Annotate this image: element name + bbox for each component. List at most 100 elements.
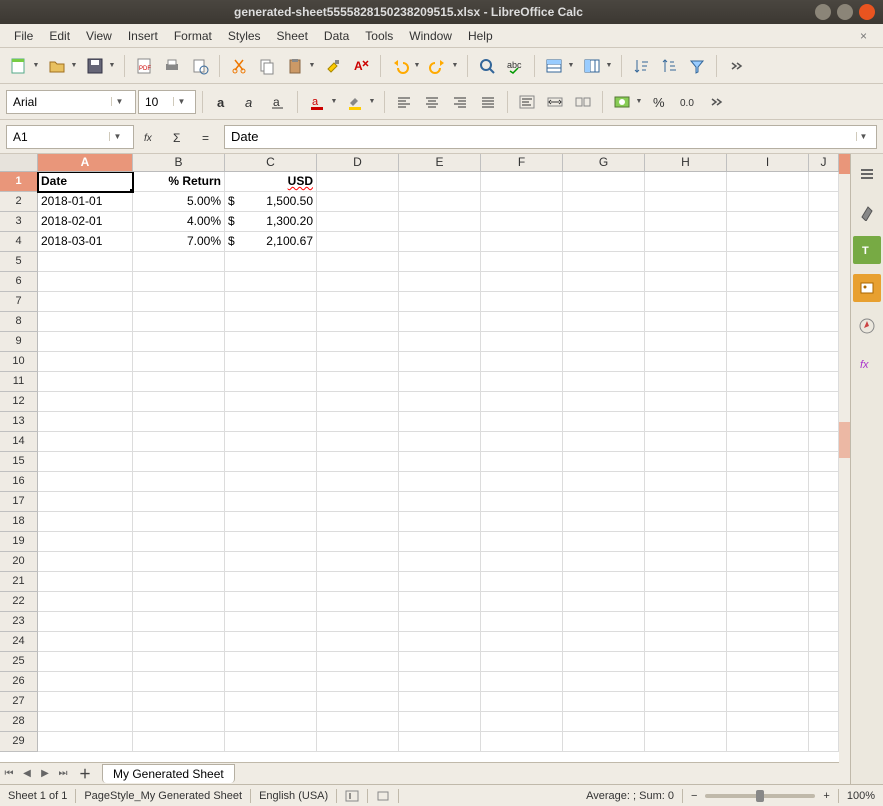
bold-button[interactable]: a [209,89,235,115]
cell-D26[interactable] [317,672,399,692]
cell-A26[interactable] [38,672,133,692]
font-size-combo[interactable]: ▼ [138,90,196,114]
cell-E6[interactable] [399,272,481,292]
cell-F8[interactable] [481,312,563,332]
cell-E21[interactable] [399,572,481,592]
cell-B28[interactable] [133,712,225,732]
cell-C16[interactable] [225,472,317,492]
cell-D28[interactable] [317,712,399,732]
currency-dropdown[interactable]: ▼ [635,98,643,105]
cell-B19[interactable] [133,532,225,552]
cell-B22[interactable] [133,592,225,612]
sort-desc-button[interactable] [656,53,682,79]
cell-G21[interactable] [563,572,645,592]
row-header-20[interactable]: 20 [0,552,38,572]
cell-C3[interactable]: $1,300.20 [225,212,317,232]
sidebar-styles-icon[interactable]: T [853,236,881,264]
cell-G11[interactable] [563,372,645,392]
row-header-21[interactable]: 21 [0,572,38,592]
menu-file[interactable]: File [6,27,41,45]
cell-G9[interactable] [563,332,645,352]
cell-J8[interactable] [809,312,839,332]
cell-H17[interactable] [645,492,727,512]
export-pdf-button[interactable]: PDF [131,53,157,79]
cell-E14[interactable] [399,432,481,452]
wrap-text-button[interactable] [514,89,540,115]
cell-H29[interactable] [645,732,727,752]
cell-E9[interactable] [399,332,481,352]
cell-F1[interactable] [481,172,563,192]
cell-B24[interactable] [133,632,225,652]
menu-tools[interactable]: Tools [357,27,401,45]
cell-F2[interactable] [481,192,563,212]
grid[interactable]: ABCDEFGHIJ 1Date% ReturnUSD22018-01-015.… [0,154,839,762]
cell-H7[interactable] [645,292,727,312]
cell-F9[interactable] [481,332,563,352]
cell-D6[interactable] [317,272,399,292]
tab-prev-button[interactable]: ◀ [18,768,36,779]
cell-A20[interactable] [38,552,133,572]
align-center-button[interactable] [419,89,445,115]
cell-G7[interactable] [563,292,645,312]
menu-styles[interactable]: Styles [220,27,269,45]
cell-B10[interactable] [133,352,225,372]
cell-J21[interactable] [809,572,839,592]
cell-F4[interactable] [481,232,563,252]
cell-A21[interactable] [38,572,133,592]
cell-E24[interactable] [399,632,481,652]
cell-H13[interactable] [645,412,727,432]
cell-C29[interactable] [225,732,317,752]
cell-H24[interactable] [645,632,727,652]
cell-D10[interactable] [317,352,399,372]
cell-G23[interactable] [563,612,645,632]
cell-B20[interactable] [133,552,225,572]
column-dropdown[interactable]: ▼ [605,62,613,69]
new-dropdown[interactable]: ▼ [32,62,40,69]
status-language[interactable]: English (USA) [259,790,328,802]
cell-G17[interactable] [563,492,645,512]
chevron-down-icon[interactable]: ▼ [173,97,189,106]
cell-B12[interactable] [133,392,225,412]
cell-E27[interactable] [399,692,481,712]
chevron-down-icon[interactable]: ▼ [109,132,125,141]
cell-D20[interactable] [317,552,399,572]
cell-A28[interactable] [38,712,133,732]
cell-I19[interactable] [727,532,809,552]
cell-B4[interactable]: 7.00% [133,232,225,252]
print-preview-button[interactable] [187,53,213,79]
column-header-I[interactable]: I [727,154,809,171]
italic-button[interactable]: a [237,89,263,115]
cell-H5[interactable] [645,252,727,272]
row-header-15[interactable]: 15 [0,452,38,472]
sum-button[interactable]: Σ [168,126,190,148]
cell-C18[interactable] [225,512,317,532]
cell-J22[interactable] [809,592,839,612]
font-color-button[interactable]: a [304,89,330,115]
cell-I21[interactable] [727,572,809,592]
cell-H22[interactable] [645,592,727,612]
cell-E28[interactable] [399,712,481,732]
column-header-B[interactable]: B [133,154,225,171]
sort-asc-button[interactable] [628,53,654,79]
cell-B16[interactable] [133,472,225,492]
cell-G28[interactable] [563,712,645,732]
cell-A18[interactable] [38,512,133,532]
cell-B2[interactable]: 5.00% [133,192,225,212]
cell-D22[interactable] [317,592,399,612]
row-dropdown[interactable]: ▼ [567,62,575,69]
cell-C15[interactable] [225,452,317,472]
toolbar-overflow-icon[interactable] [723,53,749,79]
cell-J20[interactable] [809,552,839,572]
column-button[interactable] [579,53,605,79]
cell-J6[interactable] [809,272,839,292]
cell-F6[interactable] [481,272,563,292]
cell-I1[interactable] [727,172,809,192]
cell-J5[interactable] [809,252,839,272]
cell-H23[interactable] [645,612,727,632]
cell-B3[interactable]: 4.00% [133,212,225,232]
cell-A15[interactable] [38,452,133,472]
cell-G16[interactable] [563,472,645,492]
cell-H3[interactable] [645,212,727,232]
align-right-button[interactable] [447,89,473,115]
merge-cells-button[interactable] [542,89,568,115]
